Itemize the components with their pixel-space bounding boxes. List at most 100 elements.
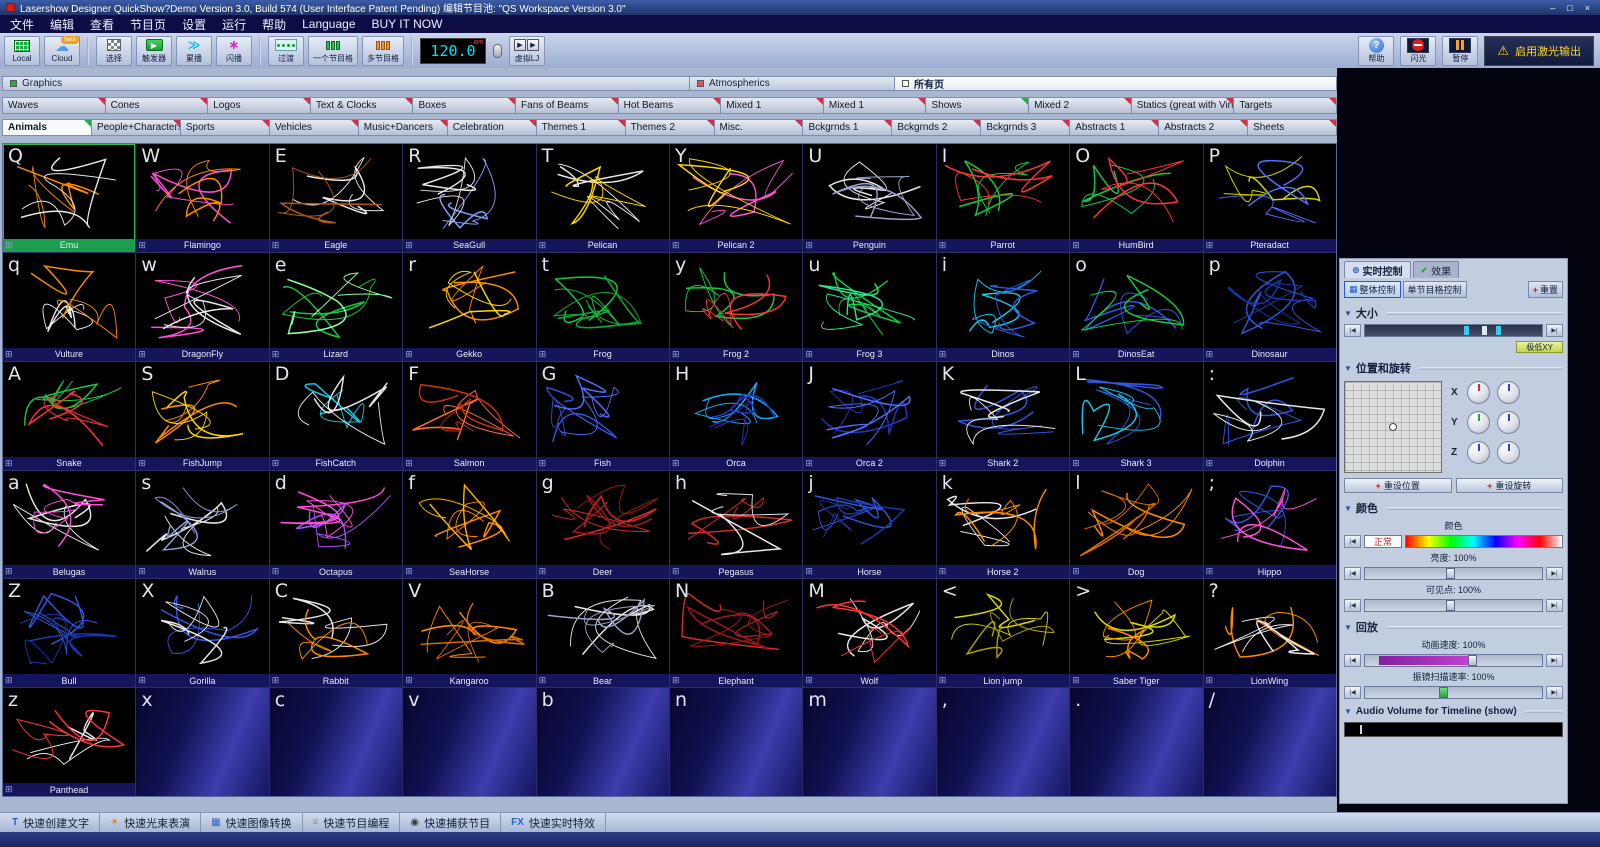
category-tab-people-characters[interactable]: People+Characters [92,119,181,136]
brightness-nav-right-button[interactable]: ▶| [1546,567,1563,580]
grid-cell-belugas[interactable]: a⊞Belugas [3,471,135,579]
select-tool-button[interactable]: 选择 [96,36,132,66]
position-xy-pad[interactable] [1344,381,1442,473]
menu-item-item[interactable]: 节目页 [130,16,166,33]
brightness-nav-left-button[interactable]: |◀ [1344,567,1361,580]
size-nav-left-button[interactable]: |◀ [1344,324,1361,337]
menu-item-item[interactable]: 文件 [10,16,34,33]
grid-cell-orca-2[interactable]: J⊞Orca 2 [803,362,935,470]
grid-cell-empty-54[interactable]: b [537,688,669,796]
grid-cell-dinos[interactable]: i⊞Dinos [937,253,1069,361]
menu-item-language[interactable]: Language [302,17,355,31]
grid-cell-empty-55[interactable]: n [670,688,802,796]
grid-cell-saber-tiger[interactable]: >⊞Saber Tiger [1070,579,1202,687]
grid-cell-lion-jump[interactable]: <⊞Lion jump [937,579,1069,687]
grid-cell-empty-56[interactable]: m [803,688,935,796]
grid-cell-dragonfly[interactable]: w⊞DragonFly [136,253,268,361]
category-tab-logos[interactable]: Logos [208,97,311,114]
local-button[interactable]: Local [4,36,40,66]
category-tab-boxes[interactable]: Boxes [413,97,516,114]
pause-button[interactable]: 暂停 [1442,36,1478,66]
grid-cell-horse-2[interactable]: k⊞Horse 2 [937,471,1069,579]
quick-tab-item[interactable]: ≡快速节目编程 [303,813,401,832]
grid-cell-elephant[interactable]: N⊞Elephant [670,579,802,687]
category-tab-sports[interactable]: Sports [181,119,270,136]
category-tab-misc[interactable]: Misc. [715,119,804,136]
quick-tab-item[interactable]: T快速创建文字 [2,813,100,832]
virtual-lj-button[interactable]: ▶▶ 虚拟LJ [509,36,545,66]
overall-control-button[interactable]: ▦ 整体控制 [1344,281,1401,298]
color-normal-button[interactable]: 正常 [1364,535,1402,548]
flash-mode-button[interactable]: ∗ 闪播 [216,36,252,66]
low-xy-button[interactable]: 极低XY [1516,341,1563,353]
anim-speed-nav-right-button[interactable]: ▶| [1546,654,1563,667]
grid-cell-salmon[interactable]: F⊞Salmon [403,362,535,470]
grid-cell-seahorse[interactable]: f⊞SeaHorse [403,471,535,579]
quick-tab-item[interactable]: FX快速实时特效 [501,813,606,832]
grid-cell-penguin[interactable]: U⊞Penguin [803,144,935,252]
grid-cell-gekko[interactable]: r⊞Gekko [403,253,535,361]
grid-cell-wolf[interactable]: M⊞Wolf [803,579,935,687]
category-tab-waves[interactable]: Waves [2,97,106,114]
audio-section-header[interactable]: ▼ Audio Volume for Timeline (show) [1344,706,1563,717]
grid-cell-empty-53[interactable]: v [403,688,535,796]
category-tab-themes-1[interactable]: Themes 1 [537,119,626,136]
grid-cell-lizard[interactable]: e⊞Lizard [270,253,402,361]
grid-cell-hippo[interactable]: ;⊞Hippo [1204,471,1336,579]
color-section-header[interactable]: ▼ 颜色 [1344,500,1563,516]
category-tab-bckgrnds-3[interactable]: Bckgrnds 3 [981,119,1070,136]
visible-points-nav-left-button[interactable]: |◀ [1344,599,1361,612]
category-tab-music-dancers[interactable]: Music+Dancers [359,119,448,136]
grid-cell-fishjump[interactable]: S⊞FishJump [136,362,268,470]
scan-rate-nav-left-button[interactable]: |◀ [1344,686,1361,699]
category-tab-abstracts-2[interactable]: Abstracts 2 [1159,119,1248,136]
grid-cell-pelican[interactable]: T⊞Pelican [537,144,669,252]
category-tab-cones[interactable]: Cones [106,97,209,114]
menu-item-buy-it-now[interactable]: BUY IT NOW [372,17,443,31]
grid-cell-dinoseat[interactable]: o⊞DinosEat [1070,253,1202,361]
menu-item-item[interactable]: 设置 [182,16,206,33]
category-tab-themes-2[interactable]: Themes 2 [626,119,715,136]
visible-points-thumb[interactable] [1446,600,1455,611]
anim-speed-thumb[interactable] [1468,655,1477,666]
grid-cell-frog[interactable]: t⊞Frog [537,253,669,361]
cloud-button[interactable]: beta ☁ Cloud [44,36,80,66]
knob-x-1[interactable] [1467,381,1490,404]
grid-cell-fishcatch[interactable]: D⊞FishCatch [270,362,402,470]
size-slider[interactable] [1364,324,1543,337]
category-tab-celebration[interactable]: Celebration [448,119,537,136]
minimize-button[interactable]: – [1550,3,1555,13]
menu-item-item[interactable]: 帮助 [262,16,286,33]
category-tab-shows[interactable]: Shows [926,97,1029,114]
grid-cell-empty-52[interactable]: c [270,688,402,796]
grid-cell-lionwing[interactable]: ?⊞LionWing [1204,579,1336,687]
grid-cell-fish[interactable]: G⊞Fish [537,362,669,470]
grid-cell-horse[interactable]: j⊞Horse [803,471,935,579]
grid-cell-pteradact[interactable]: P⊞Pteradact [1204,144,1336,252]
menu-item-item[interactable]: 运行 [222,16,246,33]
grid-cell-pegasus[interactable]: h⊞Pegasus [670,471,802,579]
brightness-thumb[interactable] [1446,568,1455,579]
category-tab-mixed-1[interactable]: Mixed 1 [721,97,824,114]
category-tab-sheets[interactable]: Sheets [1248,119,1337,136]
grid-cell-empty-58[interactable]: . [1070,688,1202,796]
grid-cell-emu[interactable]: Q⊞Emu [3,144,135,252]
reset-position-button[interactable]: + 重设位置 [1344,478,1452,493]
tab-live-control[interactable]: ⊕ 实时控制 [1344,261,1411,278]
grid-cell-orca[interactable]: H⊞Orca [670,362,802,470]
reset-button[interactable]: + 重置 [1528,281,1563,298]
tab-atmospherics[interactable]: Atmospherics [690,76,895,91]
category-tab-animals[interactable]: Animals [2,119,92,136]
grid-cell-seagull[interactable]: R⊞SeaGull [403,144,535,252]
position-section-header[interactable]: ▼ 位置和旋转 [1344,360,1563,376]
grid-cell-gorilla[interactable]: X⊞Gorilla [136,579,268,687]
grid-cell-vulture[interactable]: q⊞Vulture [3,253,135,361]
quick-tab-item[interactable]: ☀快速光束表演 [100,813,201,832]
help-button[interactable]: ? 帮助 [1358,36,1394,66]
grid-cell-dog[interactable]: l⊞Dog [1070,471,1202,579]
color-gradient-bar[interactable] [1405,535,1563,548]
grid-cell-pelican-2[interactable]: Y⊞Pelican 2 [670,144,802,252]
multi-cue-button[interactable]: 多节目格 [362,36,404,66]
grid-cell-empty-57[interactable]: , [937,688,1069,796]
grid-cell-dinosaur[interactable]: p⊞Dinosaur [1204,253,1336,361]
